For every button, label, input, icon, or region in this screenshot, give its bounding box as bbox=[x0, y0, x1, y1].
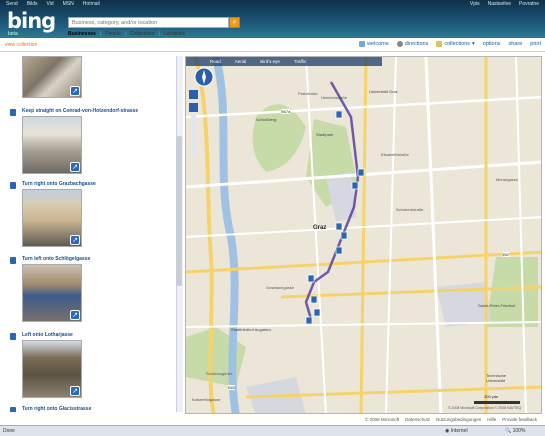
topnav-link[interactable]: Vid bbox=[47, 1, 54, 7]
zoom-control[interactable]: 🔍 100% bbox=[505, 428, 525, 434]
tab-businesses[interactable]: Businesses bbox=[68, 31, 96, 37]
topright-link[interactable]: Povratne bbox=[519, 1, 539, 7]
collections-link[interactable]: collections ▾ bbox=[436, 41, 475, 47]
topright-link[interactable]: Vpis bbox=[470, 1, 480, 7]
topnav-link[interactable]: Hotmail bbox=[83, 1, 100, 7]
topnav-link[interactable]: MSN bbox=[63, 1, 74, 7]
top-right-links: Vpis Nastavitve Povratne bbox=[470, 1, 539, 7]
step-pin-icon bbox=[10, 182, 16, 189]
directions-link[interactable]: directions bbox=[396, 41, 428, 47]
search-icon: ⌕ bbox=[232, 19, 237, 26]
beta-label: beta bbox=[8, 31, 18, 37]
map-canvas[interactable]: Parkstraße Heinrichstraße Universität Gr… bbox=[185, 56, 542, 414]
map-svg bbox=[186, 57, 541, 413]
road-shield: B67 bbox=[503, 252, 511, 257]
road-shield: B67a bbox=[281, 109, 291, 114]
map-label: Technische Universität bbox=[486, 373, 507, 383]
share-link[interactable]: share bbox=[509, 41, 523, 47]
directions-icon bbox=[396, 41, 403, 47]
map-view-road[interactable]: Road bbox=[210, 59, 221, 64]
top-nav: Send Bilds Vid MSN Hotmail bbox=[6, 1, 100, 7]
step-text[interactable]: Turn left onto Schlögelgasse bbox=[22, 256, 90, 262]
topright-link[interactable]: Nastavitve bbox=[488, 1, 511, 7]
map-label: Stadtfriedhof Augarten bbox=[231, 327, 271, 332]
action-links: welcome directions collections ▾ options … bbox=[359, 41, 541, 47]
browser-status-bar: Done ◉ Internet 🔍 100% bbox=[0, 425, 545, 436]
topnav-link[interactable]: Send bbox=[6, 1, 18, 7]
zone-indicator: ◉ Internet bbox=[445, 428, 468, 434]
step-text[interactable]: Turn right onto Grazbachgasse bbox=[22, 181, 96, 187]
step-pin-icon bbox=[10, 257, 16, 264]
step-pin-icon bbox=[10, 109, 16, 116]
welcome-icon bbox=[359, 41, 366, 47]
footer-copyright: © 2008 Microsoft bbox=[365, 416, 400, 422]
sub-toolbar: view collection welcome directions colle… bbox=[0, 38, 545, 52]
streetside-arrow-icon[interactable]: ↗ bbox=[70, 86, 80, 96]
map-label: Parkstraße bbox=[298, 91, 318, 96]
globe-icon: ◉ bbox=[445, 428, 450, 434]
step-text[interactable]: Left onto Lotharjasse bbox=[22, 332, 73, 338]
map-scale: 300 yds bbox=[484, 394, 499, 399]
directions-panel: ↗ Keep straight on Conrad-von-Hotzendorf… bbox=[0, 56, 175, 412]
streetside-arrow-icon[interactable]: ↗ bbox=[70, 162, 80, 172]
map-label: Schönaugürtel bbox=[206, 371, 232, 376]
welcome-link[interactable]: welcome bbox=[359, 41, 389, 47]
step-pin-icon bbox=[10, 407, 16, 412]
header-bar: Send Bilds Vid MSN Hotmail Vpis Nastavit… bbox=[0, 0, 545, 38]
map-label: Schubertstraße bbox=[396, 207, 424, 212]
step-text[interactable]: Turn right onto Glacisstrasse bbox=[22, 406, 91, 412]
map-view-aerial[interactable]: Aerial bbox=[235, 59, 247, 64]
collections-icon bbox=[436, 41, 443, 47]
bing-logo[interactable]: bing bbox=[7, 9, 56, 33]
streetside-arrow-icon[interactable]: ↗ bbox=[70, 235, 80, 245]
tab-people[interactable]: People bbox=[105, 31, 121, 37]
map-label: Stadtpark bbox=[316, 132, 334, 137]
footer-link[interactable]: Provide feedback bbox=[502, 417, 537, 422]
map-view-birdseye[interactable]: Bird's eye bbox=[260, 59, 280, 64]
search-button[interactable]: ⌕ bbox=[229, 17, 240, 28]
streetside-arrow-icon[interactable]: ↗ bbox=[70, 310, 80, 320]
streetside-arrow-icon[interactable]: ↗ bbox=[70, 386, 80, 396]
map-label: Schloßberg bbox=[256, 117, 277, 122]
road-shield: B65 bbox=[228, 385, 236, 390]
topnav-link[interactable]: Bilds bbox=[27, 1, 38, 7]
map-label: Universität Graz bbox=[369, 89, 398, 94]
options-link[interactable]: options bbox=[483, 41, 501, 47]
map-view-bar: Road Aerial Bird's eye Traffic bbox=[186, 57, 382, 66]
tab-locations[interactable]: Locations bbox=[164, 31, 185, 37]
map-label: Grazbachgasse bbox=[266, 285, 295, 290]
map-copyright: © 2008 Microsoft Corporation © 2008 NAVT… bbox=[448, 406, 522, 410]
map-label: Sankt-Peter-Friedhof bbox=[478, 303, 516, 308]
view-collection-link[interactable]: view collection bbox=[5, 42, 37, 48]
map-view-traffic[interactable]: Traffic bbox=[294, 59, 306, 64]
tab-collections[interactable]: Collections bbox=[130, 31, 154, 37]
step-pin-icon bbox=[10, 333, 16, 340]
zoom-icon: 🔍 bbox=[505, 428, 512, 434]
map-label: Merangasse bbox=[496, 177, 519, 182]
step-text[interactable]: Keep straight on Conrad-von-Hotzendorf-s… bbox=[22, 108, 138, 114]
scrollbar-thumb[interactable] bbox=[177, 136, 182, 286]
map-label: Heinrichstraße bbox=[321, 95, 348, 100]
map-label: Kaiserfeldgasse bbox=[192, 397, 221, 402]
footer-link[interactable]: Datenschutz bbox=[405, 417, 430, 422]
status-text: Done bbox=[3, 428, 15, 434]
map-label: Elisabethstraße bbox=[381, 152, 409, 157]
search-input[interactable] bbox=[68, 17, 229, 28]
page-footer: © 2008 Microsoft Datenschutz Nutzungsbed… bbox=[0, 414, 545, 424]
footer-link[interactable]: Hilfe bbox=[487, 417, 496, 422]
search-tabs: Businesses | People | Collections | Locatio… bbox=[68, 31, 186, 37]
print-link[interactable]: print bbox=[530, 41, 541, 47]
map-city-label: Graz bbox=[313, 225, 327, 231]
footer-link[interactable]: Nutzungsbedingungen bbox=[436, 417, 481, 422]
